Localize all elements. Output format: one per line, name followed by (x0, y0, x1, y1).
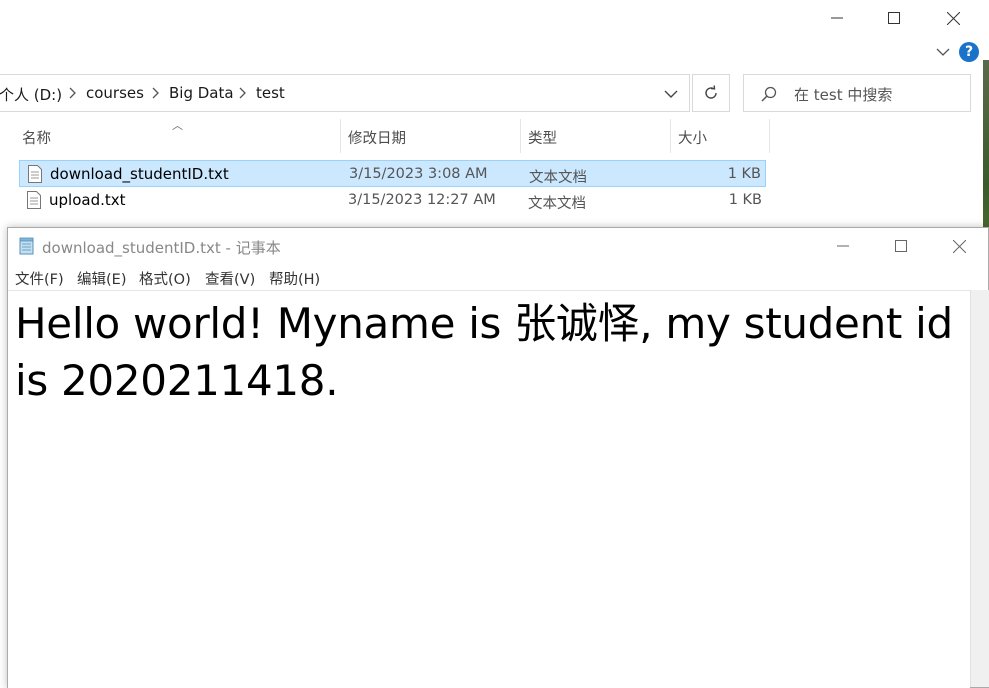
notepad-titlebar[interactable]: download_studentID.txt - 记事本 (8, 228, 988, 264)
sort-ascending-icon: ︿ (172, 119, 183, 132)
file-row-selected[interactable]: download_studentID.txt 3/15/2023 3:08 AM… (19, 160, 766, 187)
chevron-right-icon[interactable] (237, 87, 247, 99)
document-text[interactable]: Hello world! Myname is 张诚怿, my student i… (15, 295, 965, 409)
menu-view[interactable]: 查看(V) (205, 268, 255, 289)
window-title: download_studentID.txt - 记事本 (42, 239, 281, 257)
file-name: upload.txt (49, 191, 126, 209)
help-icon[interactable]: ? (959, 42, 979, 62)
text-file-icon (27, 191, 41, 209)
menu-help[interactable]: 帮助(H) (269, 268, 320, 289)
file-size: 1 KB (727, 166, 761, 182)
minimize-icon (837, 245, 849, 247)
text-editor-area[interactable]: Hello world! Myname is 张诚怿, my student i… (8, 290, 970, 688)
notepad-icon (19, 237, 34, 255)
vertical-scrollbar[interactable] (970, 290, 989, 687)
file-row[interactable]: upload.txt 3/15/2023 12:27 AM 文本文档 1 KB (19, 187, 766, 214)
column-divider[interactable] (670, 119, 671, 153)
notepad-window: download_studentID.txt - 记事本 文件(F) 编辑(E)… (7, 227, 989, 688)
column-header-type[interactable]: 类型 (528, 127, 557, 148)
column-divider[interactable] (340, 119, 341, 153)
chevron-right-icon[interactable] (150, 87, 160, 99)
column-divider[interactable] (769, 119, 770, 153)
file-type: 文本文档 (528, 196, 586, 212)
search-placeholder: 在 test 中搜索 (794, 86, 893, 104)
expand-ribbon-button[interactable] (932, 42, 954, 62)
refresh-button[interactable] (692, 74, 730, 112)
maximize-button[interactable] (865, 0, 923, 36)
breadcrumb-test[interactable]: test (256, 84, 285, 102)
close-icon (946, 11, 960, 25)
refresh-icon (705, 85, 717, 99)
menu-bar: 文件(F) 编辑(E) 格式(O) 查看(V) 帮助(H) (8, 264, 988, 290)
minimize-button[interactable] (808, 0, 866, 36)
close-button[interactable] (930, 228, 988, 264)
column-header-size[interactable]: 大小 (678, 127, 707, 148)
menu-edit[interactable]: 编辑(E) (77, 268, 126, 289)
maximize-icon (888, 12, 900, 24)
file-explorer-window: ? 个人 (D:) courses Big Data test 在 test 中… (0, 0, 989, 228)
column-divider[interactable] (520, 119, 521, 153)
menu-file[interactable]: 文件(F) (15, 268, 64, 289)
column-header-date[interactable]: 修改日期 (348, 127, 406, 148)
search-icon (761, 86, 777, 102)
file-date: 3/15/2023 12:27 AM (348, 192, 496, 208)
close-button[interactable] (924, 0, 982, 36)
breadcrumb-courses[interactable]: courses (86, 84, 144, 102)
breadcrumb-drive[interactable]: 个人 (D:) (0, 84, 62, 105)
file-date: 3/15/2023 3:08 AM (349, 166, 488, 182)
file-type: 文本文档 (529, 170, 587, 186)
chevron-down-icon (936, 48, 950, 56)
chevron-down-icon[interactable] (662, 85, 680, 103)
maximize-icon (895, 240, 907, 252)
close-icon (952, 239, 966, 253)
address-bar[interactable]: 个人 (D:) courses Big Data test (0, 74, 690, 112)
menu-format[interactable]: 格式(O) (139, 268, 191, 289)
breadcrumb-big-data[interactable]: Big Data (169, 84, 234, 102)
column-header-name[interactable]: 名称 (22, 127, 51, 148)
minimize-button[interactable] (814, 228, 872, 264)
file-size: 1 KB (728, 192, 762, 208)
text-file-icon (28, 165, 42, 183)
search-input[interactable]: 在 test 中搜索 (743, 74, 971, 112)
chevron-right-icon[interactable] (67, 87, 77, 99)
minimize-icon (831, 17, 843, 19)
maximize-button[interactable] (872, 228, 930, 264)
file-name: download_studentID.txt (50, 165, 229, 183)
